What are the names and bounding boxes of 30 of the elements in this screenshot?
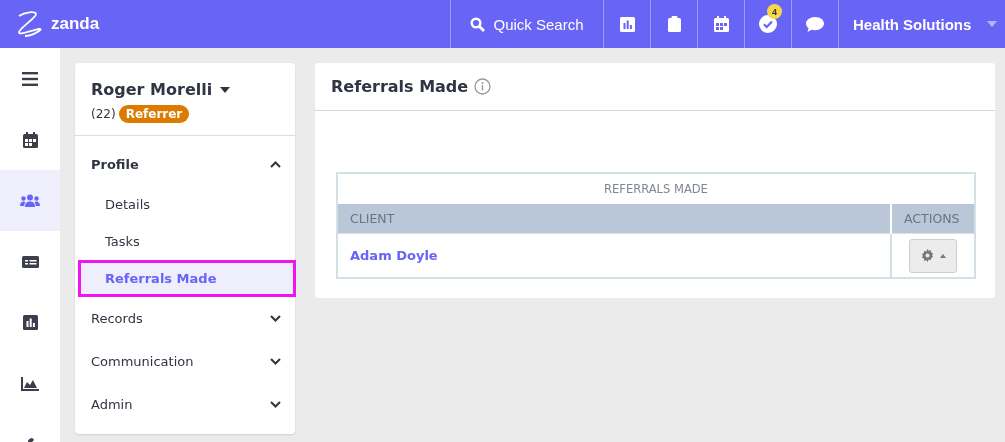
nav-item[interactable]: Tasks xyxy=(75,223,295,260)
info-icon[interactable] xyxy=(474,78,492,95)
table-caption: REFERRALS MADE xyxy=(604,182,708,196)
clipboard-icon xyxy=(667,16,681,32)
tasks-button[interactable]: 4 xyxy=(744,0,791,48)
contact-name-dropdown[interactable]: Roger Morelli xyxy=(91,80,231,99)
column-header: CLIENT xyxy=(337,204,891,234)
nav-item[interactable]: Details xyxy=(75,186,295,223)
nav-section-header[interactable]: Profile xyxy=(75,142,295,186)
contact-count: (22) xyxy=(91,107,116,121)
nav-item[interactable]: Referrals Made xyxy=(78,260,296,297)
account-menu[interactable]: Health Solutions xyxy=(838,0,1005,48)
check-circle-icon xyxy=(759,15,777,33)
column-header: ACTIONS xyxy=(891,204,975,234)
nav-section-header[interactable]: Records xyxy=(75,297,295,340)
gear-icon xyxy=(920,249,934,262)
people-nav-icon[interactable] xyxy=(0,170,60,231)
quick-search-button[interactable]: Quick Search xyxy=(450,0,603,48)
nav-section-header[interactable]: Communication xyxy=(75,340,295,383)
logo-text: zanda xyxy=(51,14,100,34)
speech-bubble-icon xyxy=(806,16,824,32)
actions-dropdown-button[interactable] xyxy=(909,238,957,273)
bar-chart-icon xyxy=(619,16,635,32)
notification-badge: 4 xyxy=(767,4,782,19)
calendar-icon xyxy=(713,16,729,32)
role-tag: Referrer xyxy=(118,105,190,123)
search-icon xyxy=(470,16,486,32)
panel-title: Referrals Made xyxy=(331,77,469,96)
client-link[interactable]: Adam Doyle xyxy=(350,248,438,263)
nav-section-header[interactable]: Admin xyxy=(75,383,295,426)
